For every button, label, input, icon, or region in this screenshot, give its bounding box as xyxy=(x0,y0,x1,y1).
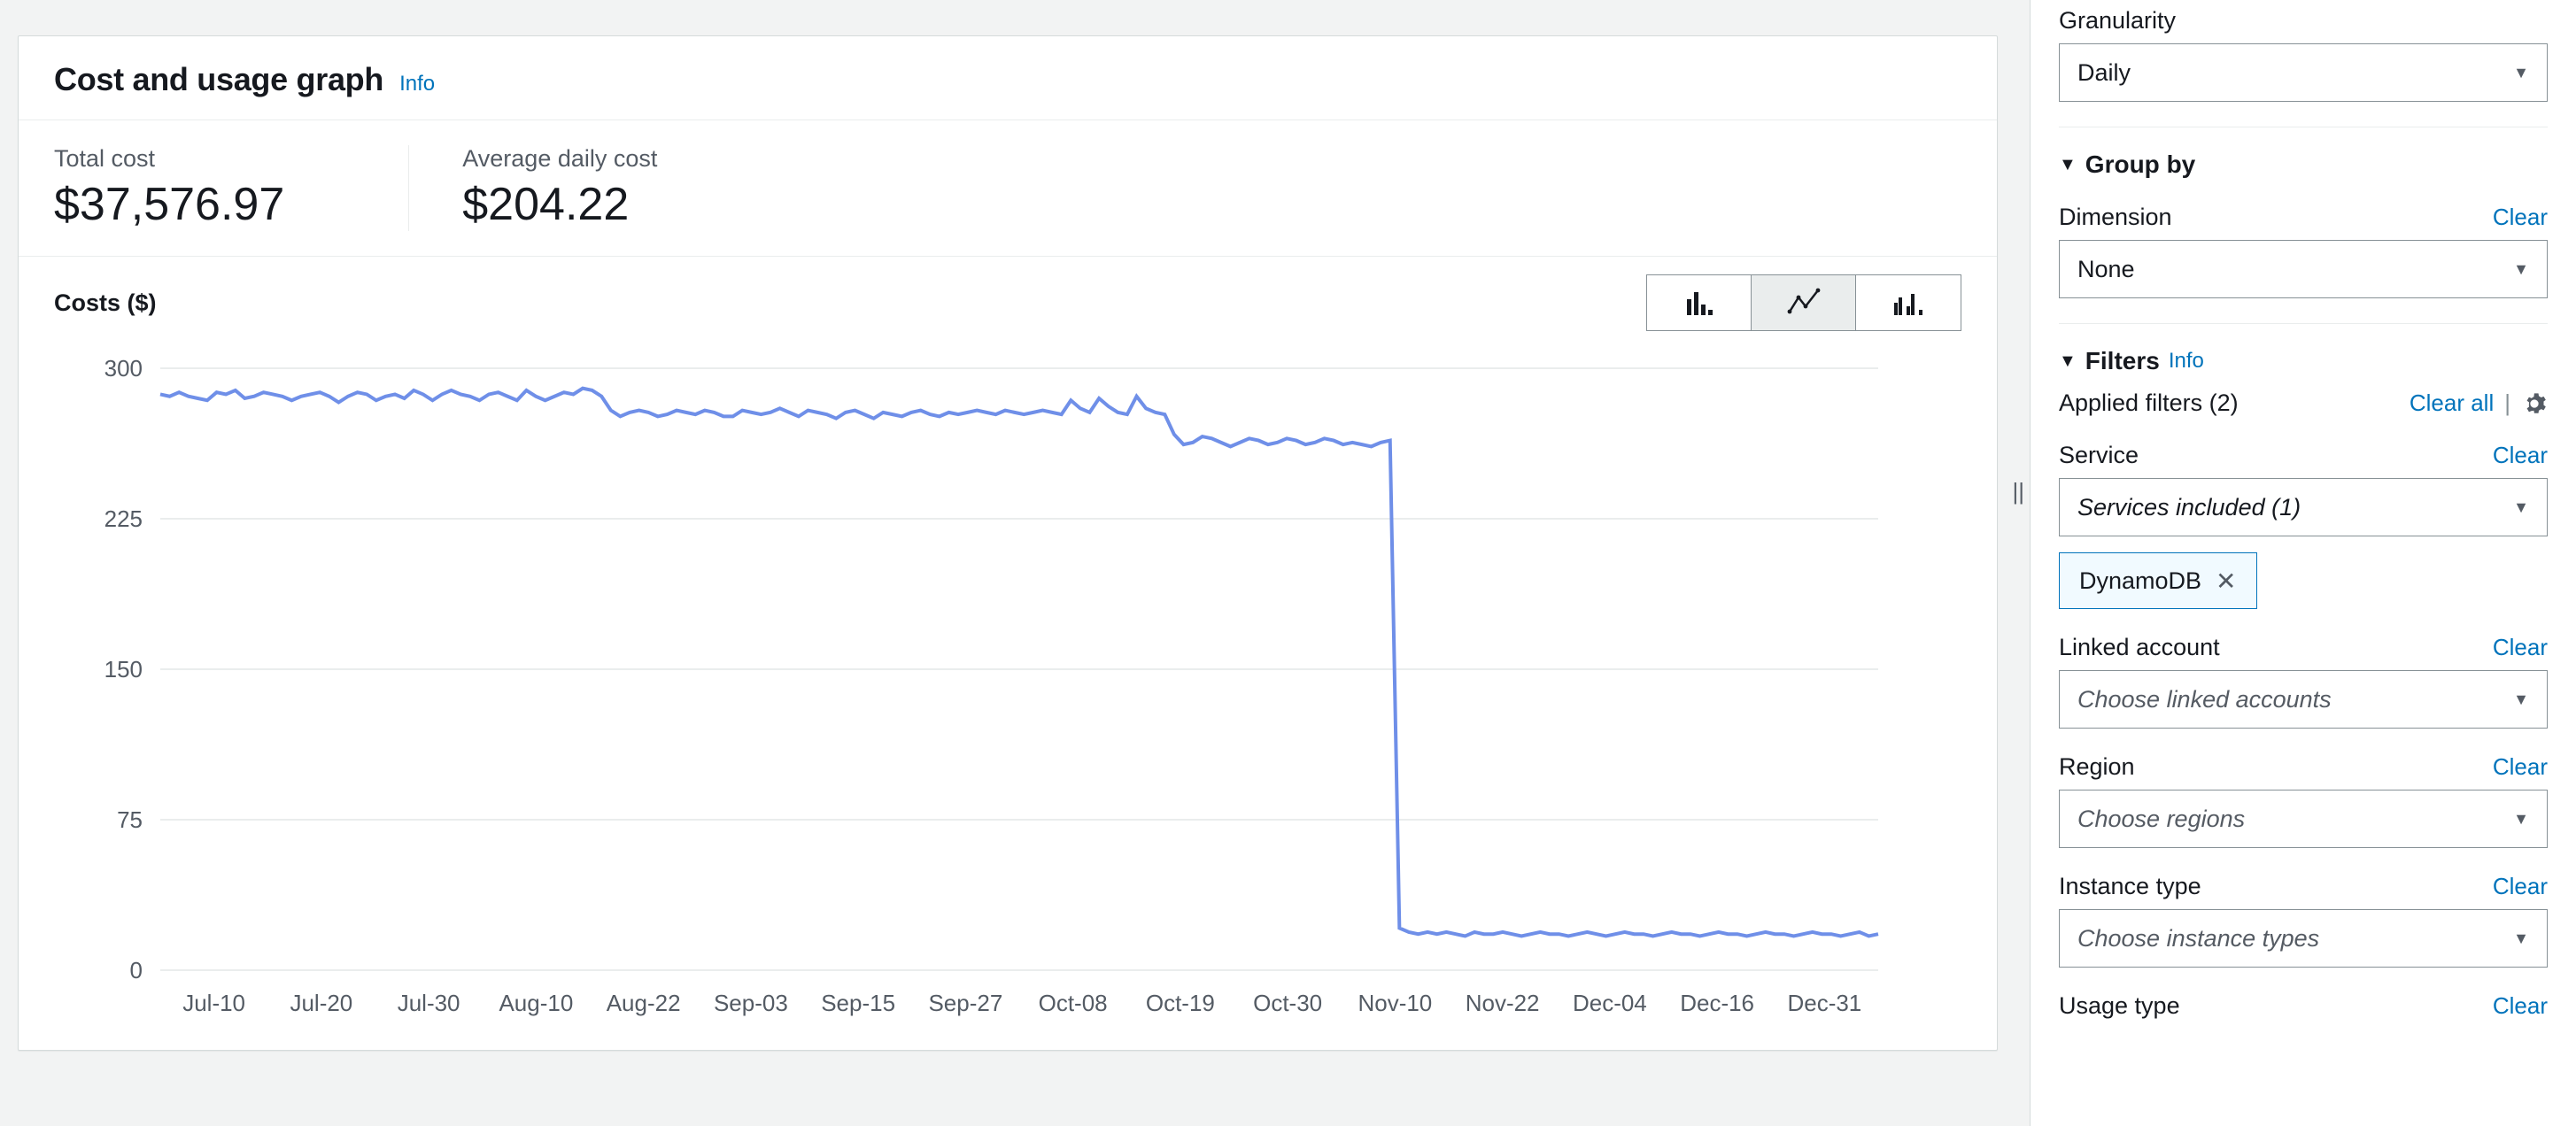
chip-label: DynamoDB xyxy=(2079,567,2201,595)
usage-type-label: Usage type xyxy=(2059,992,2180,1020)
chart-type-toggle xyxy=(1646,274,1961,331)
service-clear-link[interactable]: Clear xyxy=(2493,442,2548,469)
caret-down-icon: ▼ xyxy=(2513,929,2529,948)
region-label: Region xyxy=(2059,753,2135,781)
dimension-select[interactable]: None ▼ xyxy=(2059,240,2548,298)
service-label: Service xyxy=(2059,442,2139,469)
svg-text:Nov-10: Nov-10 xyxy=(1358,990,1432,1016)
linked-account-placeholder: Choose linked accounts xyxy=(2077,686,2332,713)
svg-text:Dec-16: Dec-16 xyxy=(1680,990,1754,1016)
svg-text:Jul-20: Jul-20 xyxy=(290,990,352,1016)
metric-avg-daily-cost: Average daily cost $204.22 xyxy=(408,145,781,231)
cost-line-chart: 0 75 150 225 300 Jul-10 Jul-20 Jul-30 Aug-10 Aug-… xyxy=(54,351,1896,1023)
granularity-value: Daily xyxy=(2077,59,2131,87)
group-by-label: Group by xyxy=(2085,150,2195,179)
svg-text:Dec-04: Dec-04 xyxy=(1573,990,1647,1016)
filters-header[interactable]: ▼ Filters Info xyxy=(2059,347,2548,375)
cost-usage-card: Cost and usage graph Info Total cost $37… xyxy=(18,35,1998,1051)
granularity-label: Granularity xyxy=(2059,7,2548,35)
caret-down-icon: ▼ xyxy=(2513,810,2529,829)
svg-text:225: 225 xyxy=(104,505,143,532)
metric-total-cost-label: Total cost xyxy=(54,145,284,173)
svg-text:0: 0 xyxy=(130,957,143,983)
svg-text:Oct-19: Oct-19 xyxy=(1146,990,1215,1016)
svg-text:Dec-31: Dec-31 xyxy=(1787,990,1861,1016)
caret-down-icon: ▼ xyxy=(2059,351,2077,372)
metric-avg-daily-value: $204.22 xyxy=(462,178,657,231)
svg-text:Sep-15: Sep-15 xyxy=(821,990,895,1016)
service-chip-dynamodb[interactable]: DynamoDB ✕ xyxy=(2059,552,2257,609)
applied-filters-label: Applied filters (2) xyxy=(2059,389,2239,417)
instance-type-label: Instance type xyxy=(2059,873,2201,900)
chart-type-line-button[interactable] xyxy=(1752,275,1856,330)
svg-text:Sep-27: Sep-27 xyxy=(928,990,1002,1016)
svg-text:Nov-22: Nov-22 xyxy=(1466,990,1540,1016)
region-select[interactable]: Choose regions ▼ xyxy=(2059,790,2548,848)
chip-remove-icon[interactable]: ✕ xyxy=(2216,567,2236,596)
filters-sidebar: Granularity Daily ▼ ▼ Group by Dimension… xyxy=(2030,0,2576,1126)
granularity-select[interactable]: Daily ▼ xyxy=(2059,43,2548,102)
instance-type-select[interactable]: Choose instance types ▼ xyxy=(2059,909,2548,968)
svg-text:Oct-30: Oct-30 xyxy=(1253,990,1322,1016)
card-header: Cost and usage graph Info xyxy=(19,36,1997,120)
caret-down-icon: ▼ xyxy=(2513,690,2529,709)
filters-info-link[interactable]: Info xyxy=(2169,349,2204,374)
svg-text:Sep-03: Sep-03 xyxy=(714,990,788,1016)
metric-avg-daily-label: Average daily cost xyxy=(462,145,657,173)
service-select-value: Services included (1) xyxy=(2077,494,2301,521)
chart-type-grouped-button[interactable] xyxy=(1856,275,1961,330)
svg-text:150: 150 xyxy=(104,656,143,683)
grouped-bar-icon xyxy=(1891,285,1926,320)
group-by-header[interactable]: ▼ Group by xyxy=(2059,150,2548,179)
region-clear-link[interactable]: Clear xyxy=(2493,753,2548,781)
chart-block: Costs ($) 075150225300Jul-10Jul-20Jul xyxy=(19,257,1997,1050)
svg-text:75: 75 xyxy=(117,806,143,833)
svg-text:Jul-30: Jul-30 xyxy=(398,990,460,1016)
svg-text:Oct-08: Oct-08 xyxy=(1039,990,1108,1016)
caret-down-icon: ▼ xyxy=(2059,155,2077,175)
metrics-row: Total cost $37,576.97 Average daily cost… xyxy=(19,120,1997,257)
linked-account-clear-link[interactable]: Clear xyxy=(2493,634,2548,661)
line-chart-icon xyxy=(1786,285,1822,320)
svg-text:300: 300 xyxy=(104,355,143,382)
chart-type-bar-button[interactable] xyxy=(1647,275,1752,330)
caret-down-icon: ▼ xyxy=(2513,64,2529,82)
dimension-clear-link[interactable]: Clear xyxy=(2493,204,2548,231)
svg-text:Aug-10: Aug-10 xyxy=(499,990,573,1016)
divider: | xyxy=(2504,389,2510,417)
chart-y-title: Costs ($) xyxy=(54,289,157,317)
card-title: Cost and usage graph xyxy=(54,61,383,98)
gear-icon xyxy=(2522,391,2547,416)
usage-type-clear-link[interactable]: Clear xyxy=(2493,992,2548,1020)
dimension-value: None xyxy=(2077,256,2135,283)
linked-account-label: Linked account xyxy=(2059,634,2220,661)
instance-type-clear-link[interactable]: Clear xyxy=(2493,873,2548,900)
svg-text:Jul-10: Jul-10 xyxy=(182,990,245,1016)
collapse-sidebar-handle[interactable]: || xyxy=(2007,478,2030,505)
clear-all-link[interactable]: Clear all xyxy=(2410,389,2494,417)
bar-chart-icon xyxy=(1682,285,1717,320)
filters-settings-button[interactable] xyxy=(2521,390,2548,417)
metric-total-cost-value: $37,576.97 xyxy=(54,178,284,231)
instance-type-placeholder: Choose instance types xyxy=(2077,925,2319,952)
linked-account-select[interactable]: Choose linked accounts ▼ xyxy=(2059,670,2548,729)
caret-down-icon: ▼ xyxy=(2513,498,2529,517)
info-link[interactable]: Info xyxy=(399,72,435,96)
filters-label: Filters xyxy=(2085,347,2160,375)
dimension-label: Dimension xyxy=(2059,204,2172,231)
service-select[interactable]: Services included (1) ▼ xyxy=(2059,478,2548,536)
metric-total-cost: Total cost $37,576.97 xyxy=(54,145,408,231)
caret-down-icon: ▼ xyxy=(2513,260,2529,279)
svg-text:Aug-22: Aug-22 xyxy=(607,990,681,1016)
region-placeholder: Choose regions xyxy=(2077,806,2245,833)
